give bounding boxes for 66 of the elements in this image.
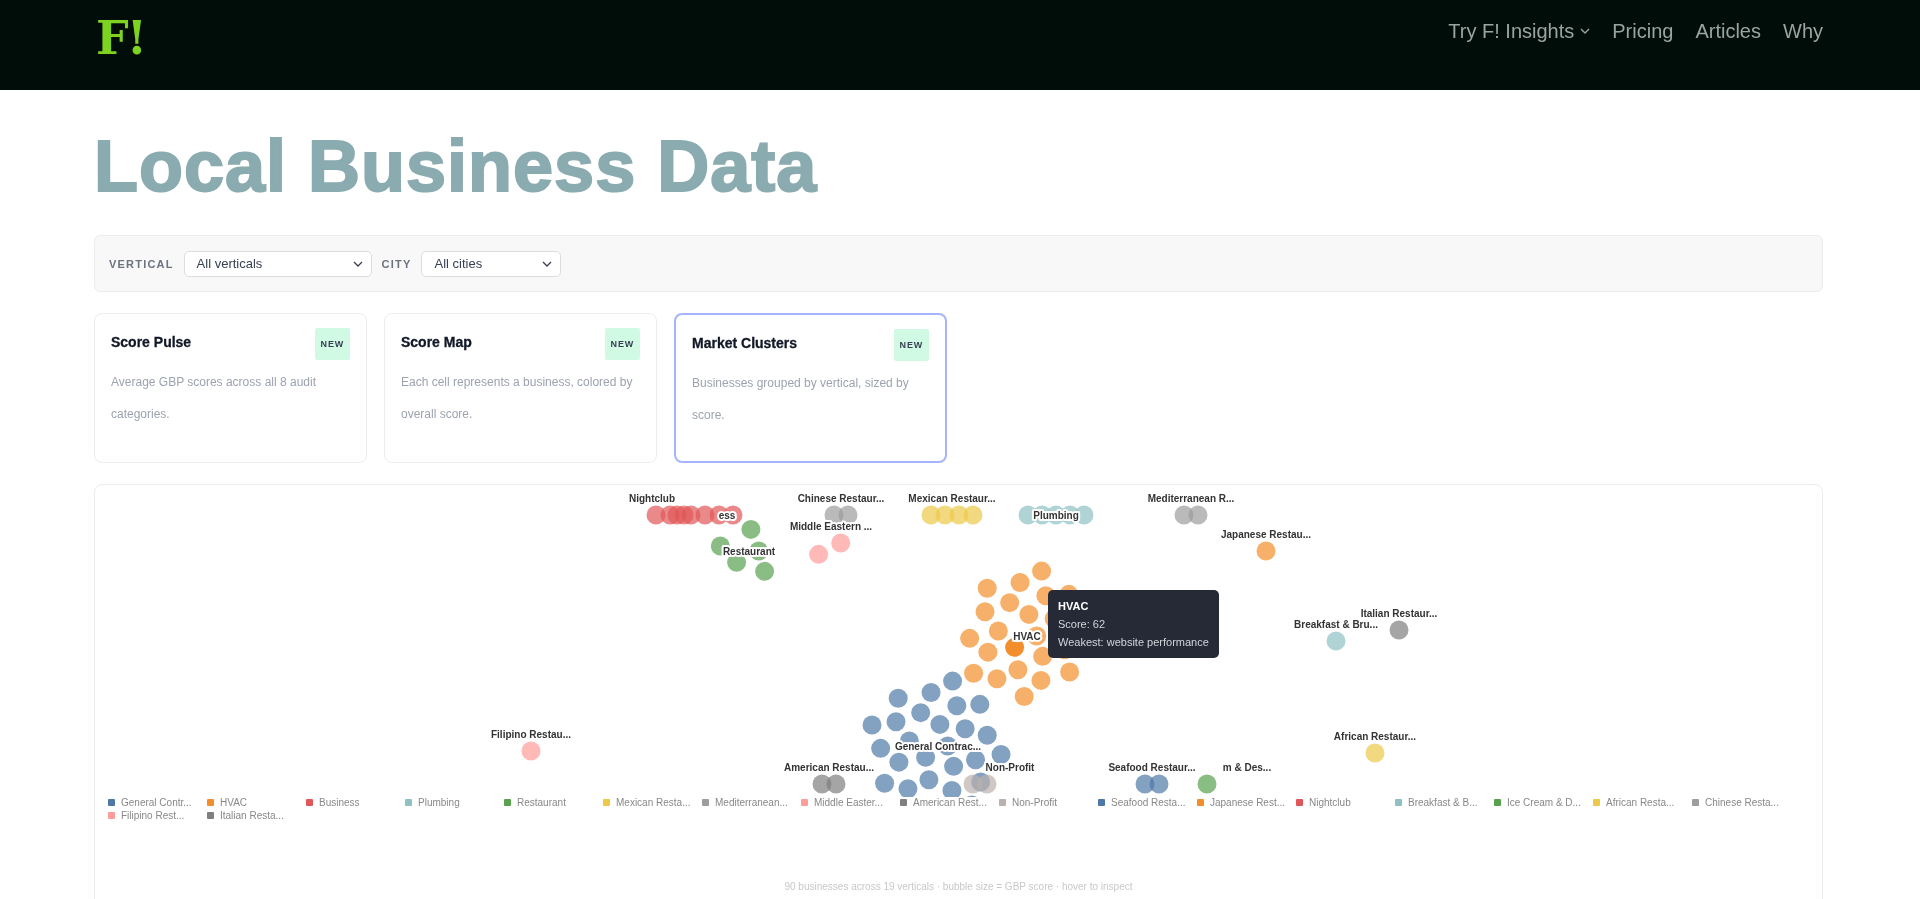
legend-label: Italian Resta... (220, 810, 284, 821)
nav-link[interactable]: Pricing (1612, 19, 1674, 43)
cluster-label: Breakfast & Bru... (1294, 619, 1378, 630)
chevron-down-icon (542, 260, 553, 267)
view-card[interactable]: Score Map NEW Each cell represents a business, colored by overall score. (384, 313, 657, 463)
bubble-cluster[interactable] (1018, 505, 1094, 525)
card-description: Businesses grouped by vertical, sized by score. (692, 375, 910, 424)
cluster-label: Nightclub (628, 493, 676, 504)
card-description: Each cell represents a business, colored by overall score. (401, 374, 634, 423)
card-description: Average GBP scores across all 8 audit categories. (111, 374, 317, 423)
filter-select[interactable]: All verticals (183, 250, 372, 277)
page-title: Local Business Data (94, 130, 819, 208)
card-title: Score Pulse (111, 334, 192, 350)
legend-label: Seafood Resta... (1111, 797, 1186, 808)
legend-label: Japanese Rest... (1210, 797, 1286, 808)
filter-label: VERTICAL (109, 257, 174, 270)
legend-label: Chinese Resta... (1705, 797, 1779, 808)
cluster-label: m & Des... (1222, 762, 1272, 773)
legend-label: Business (319, 797, 360, 808)
legend-label: Non-Profit (1012, 797, 1057, 808)
view-card[interactable]: Score Pulse NEW Average GBP scores across all 8 audit categories. (94, 313, 367, 463)
cluster-label: Plumbing (1033, 510, 1079, 521)
cluster-label: Chinese Restaur... (797, 493, 885, 504)
tooltip-title: HVAC (1058, 599, 1090, 614)
view-card[interactable]: Market Clusters NEW Businesses grouped by vertical, sized by score. (674, 313, 947, 463)
legend-label: Ice Cream & D... (1507, 797, 1581, 808)
legend-label: Breakfast & B... (1408, 797, 1478, 808)
cluster-label: Filipino Restau... (491, 729, 571, 740)
legend-label: HVAC (220, 797, 248, 808)
legend-label: Plumbing (418, 797, 460, 808)
cluster-label: Middle Eastern ... (789, 521, 873, 532)
filter-label: CITY (381, 257, 412, 270)
nav-link[interactable]: Why (1783, 19, 1823, 43)
cluster-label: Mexican Restaur... (908, 493, 996, 504)
legend-label: Nightclub (1309, 797, 1351, 808)
legend-label: General Contr... (121, 797, 192, 808)
chevron-down-icon (352, 260, 363, 267)
cluster-label: Mediterranean R... (1147, 493, 1235, 504)
legend-label: Filipino Rest... (121, 810, 185, 821)
nav-link[interactable]: Articles (1695, 19, 1761, 43)
logo[interactable]: F! (96, 11, 145, 65)
card-title: Market Clusters (692, 335, 798, 351)
cluster-label: Restaurant (722, 546, 776, 557)
filter-select[interactable]: All cities (421, 250, 562, 277)
new-badge: NEW (893, 329, 929, 361)
legend-label: Middle Easter... (814, 797, 883, 808)
legend-label: African Resta... (1606, 797, 1675, 808)
legend-label: Mediterranean... (715, 797, 788, 808)
tooltip-text: Weakest: website performance (1058, 635, 1209, 650)
tooltip-text: Score: 62 (1058, 617, 1107, 632)
cluster-label: ess (718, 510, 736, 521)
cluster-label: Non-Profit (985, 762, 1035, 773)
nav-link[interactable]: Try F! Insights (1448, 19, 1591, 43)
legend-label: American Rest... (913, 797, 987, 808)
cluster-label: Seafood Restaur... (1108, 762, 1196, 773)
cluster-label: Japanese Restau... (1221, 529, 1311, 540)
new-badge: NEW (314, 328, 350, 360)
bubble-cluster[interactable] (710, 519, 775, 581)
cluster-label: American Restau... (784, 762, 874, 773)
new-badge: NEW (604, 328, 640, 360)
legend-label: Mexican Resta... (616, 797, 691, 808)
cluster-label: African Restaur... (1333, 731, 1417, 742)
chevron-down-icon (1580, 28, 1591, 34)
legend-label: Restaurant (517, 797, 566, 808)
cluster-label: Italian Restaur... (1360, 608, 1438, 619)
card-title: Score Map (401, 334, 472, 350)
